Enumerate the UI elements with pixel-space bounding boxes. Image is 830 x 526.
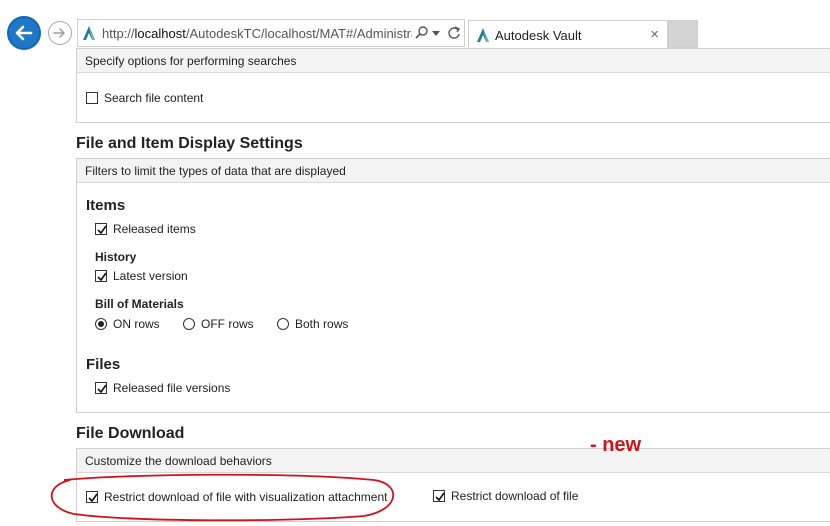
checkbox-label: Restrict download of file [451, 489, 579, 503]
bom-heading: Bill of Materials [95, 297, 184, 311]
checkbox-label: Latest version [113, 269, 188, 283]
bom-off-rows-radio[interactable] [183, 318, 195, 330]
checkmark-icon [97, 384, 107, 394]
released-file-versions-checkbox[interactable] [95, 382, 107, 394]
refresh-icon[interactable] [447, 25, 461, 41]
items-heading: Items [86, 197, 126, 214]
released-items-checkbox[interactable] [95, 223, 107, 235]
new-annotation: - new [590, 434, 642, 456]
address-url[interactable]: http://localhost/AutodeskTC/localhost/MA… [102, 26, 412, 41]
url-prefix: http:// [102, 26, 135, 41]
restrict-file-checkbox[interactable] [433, 490, 445, 502]
released-items-option[interactable]: Released items [95, 222, 196, 236]
autodesk-logo-icon [83, 26, 95, 40]
latest-version-checkbox[interactable] [95, 270, 107, 282]
url-rest: /AutodeskTC/localhost/MAT#/Administrat [185, 26, 412, 41]
search-options-panel: Specify options for performing searches [76, 48, 830, 123]
bom-both-rows-option[interactable]: Both rows [277, 317, 348, 331]
bom-on-rows-radio[interactable] [95, 318, 107, 330]
highlight-ellipse [50, 473, 394, 522]
search-icon[interactable] [415, 25, 429, 41]
dropdown-icon[interactable] [432, 31, 440, 37]
checkmark-icon [97, 272, 107, 282]
section-title-display-settings: File and Item Display Settings [76, 135, 303, 152]
panel-header: Specify options for performing searches [77, 49, 830, 73]
radio-label: OFF rows [201, 317, 254, 331]
bom-on-rows-option[interactable]: ON rows [95, 317, 160, 331]
search-file-content-checkbox[interactable] [86, 92, 98, 104]
checkbox-label: Released file versions [113, 381, 231, 395]
checkbox-label: Search file content [104, 91, 204, 105]
new-tab-button[interactable] [668, 20, 698, 48]
display-settings-panel: Filters to limit the types of data that … [76, 158, 830, 413]
url-host: localhost [134, 26, 186, 41]
close-icon[interactable]: × [650, 26, 659, 43]
section-title-file-download: File Download [76, 425, 185, 442]
radio-label: ON rows [113, 317, 160, 331]
bom-both-rows-radio[interactable] [277, 318, 289, 330]
forward-button[interactable] [48, 21, 72, 45]
panel-header: Customize the download behaviors [77, 449, 830, 473]
bom-off-rows-option[interactable]: OFF rows [183, 317, 254, 331]
restrict-file-option[interactable]: Restrict download of file [433, 489, 578, 503]
checkmark-icon [97, 225, 107, 235]
released-file-versions-option[interactable]: Released file versions [95, 381, 230, 395]
address-bar[interactable]: http://localhost/AutodeskTC/localhost/MA… [77, 19, 465, 47]
autodesk-logo-icon [477, 28, 489, 42]
back-arrow-icon [15, 25, 33, 41]
back-button[interactable] [7, 16, 41, 50]
search-file-content-option[interactable]: Search file content [86, 91, 203, 105]
forward-arrow-icon [53, 28, 65, 38]
panel-header: Filters to limit the types of data that … [77, 159, 830, 183]
browser-tab[interactable]: Autodesk Vault × [468, 20, 668, 48]
checkbox-label: Released items [113, 222, 196, 236]
tab-title: Autodesk Vault [495, 28, 582, 43]
files-heading: Files [86, 356, 121, 373]
checkmark-icon [435, 492, 445, 502]
latest-version-option[interactable]: Latest version [95, 269, 188, 283]
browser-chrome: http://localhost/AutodeskTC/localhost/MA… [0, 0, 830, 50]
history-heading: History [95, 250, 137, 264]
radio-label: Both rows [295, 317, 349, 331]
